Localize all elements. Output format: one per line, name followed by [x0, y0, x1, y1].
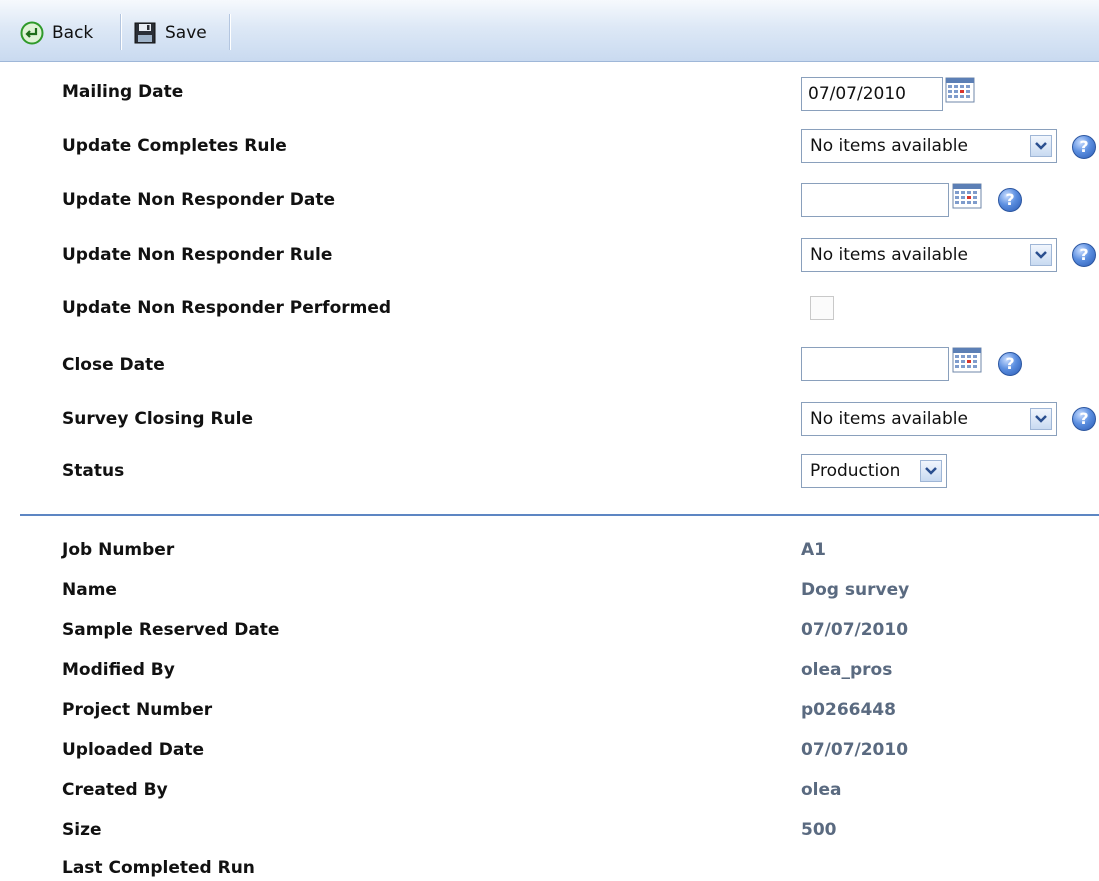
back-button[interactable]: Back [20, 17, 93, 49]
project-number-label: Project Number [62, 700, 213, 720]
floppy-disk-icon [133, 21, 157, 45]
uploaded-date-label: Uploaded Date [62, 740, 204, 760]
help-icon[interactable]: ? [1072, 135, 1096, 159]
sample-reserved-date-label: Sample Reserved Date [62, 620, 280, 640]
project-number-value: p0266448 [801, 700, 896, 720]
toolbar: Back Save [0, 0, 1099, 62]
calendar-icon[interactable] [952, 347, 982, 373]
last-completed-run-label: Last Completed Run [62, 858, 255, 878]
chevron-down-icon[interactable] [1030, 135, 1052, 157]
back-arrow-icon [20, 21, 44, 45]
update-completes-rule-select[interactable]: No items available [801, 129, 1057, 163]
chevron-down-icon[interactable] [920, 460, 942, 482]
update-completes-rule-value: No items available [810, 136, 968, 156]
section-divider [20, 514, 1099, 516]
back-label: Back [52, 23, 94, 43]
status-select[interactable]: Production [801, 454, 947, 488]
calendar-icon[interactable] [952, 183, 982, 209]
name-label: Name [62, 580, 117, 600]
update-non-responder-date-input[interactable] [801, 183, 949, 217]
update-non-responder-rule-select[interactable]: No items available [801, 238, 1057, 272]
survey-closing-rule-label: Survey Closing Rule [62, 409, 254, 429]
status-value: Production [810, 461, 901, 481]
name-value: Dog survey [801, 580, 910, 600]
help-icon[interactable]: ? [1072, 243, 1096, 267]
toolbar-separator [120, 14, 121, 50]
update-non-responder-date-label: Update Non Responder Date [62, 190, 336, 210]
save-label: Save [165, 23, 207, 43]
survey-closing-rule-value: No items available [810, 409, 968, 429]
mailing-date-input[interactable]: 07/07/2010 [801, 77, 943, 111]
chevron-down-icon[interactable] [1030, 244, 1052, 266]
toolbar-separator [229, 14, 230, 50]
job-number-label: Job Number [62, 540, 175, 560]
created-by-label: Created By [62, 780, 168, 800]
chevron-down-icon[interactable] [1030, 408, 1052, 430]
uploaded-date-value: 07/07/2010 [801, 740, 909, 760]
status-label: Status [62, 461, 125, 481]
update-non-responder-rule-value: No items available [810, 245, 968, 265]
save-button[interactable]: Save [133, 17, 207, 49]
size-label: Size [62, 820, 102, 840]
help-icon[interactable]: ? [1072, 407, 1096, 431]
size-value: 500 [801, 820, 837, 840]
mailing-date-label: Mailing Date [62, 82, 184, 102]
job-number-value: A1 [801, 540, 826, 560]
update-non-responder-performed-checkbox[interactable] [810, 296, 834, 320]
close-date-input[interactable] [801, 347, 949, 381]
sample-reserved-date-value: 07/07/2010 [801, 620, 909, 640]
survey-closing-rule-select[interactable]: No items available [801, 402, 1057, 436]
calendar-icon[interactable] [945, 77, 975, 103]
help-icon[interactable]: ? [998, 352, 1022, 376]
modified-by-label: Modified By [62, 660, 175, 680]
update-non-responder-performed-label: Update Non Responder Performed [62, 298, 392, 318]
created-by-value: olea [801, 780, 842, 800]
modified-by-value: olea_pros [801, 660, 893, 680]
help-icon[interactable]: ? [998, 188, 1022, 212]
close-date-label: Close Date [62, 355, 165, 375]
update-completes-rule-label: Update Completes Rule [62, 136, 287, 156]
update-non-responder-rule-label: Update Non Responder Rule [62, 245, 333, 265]
